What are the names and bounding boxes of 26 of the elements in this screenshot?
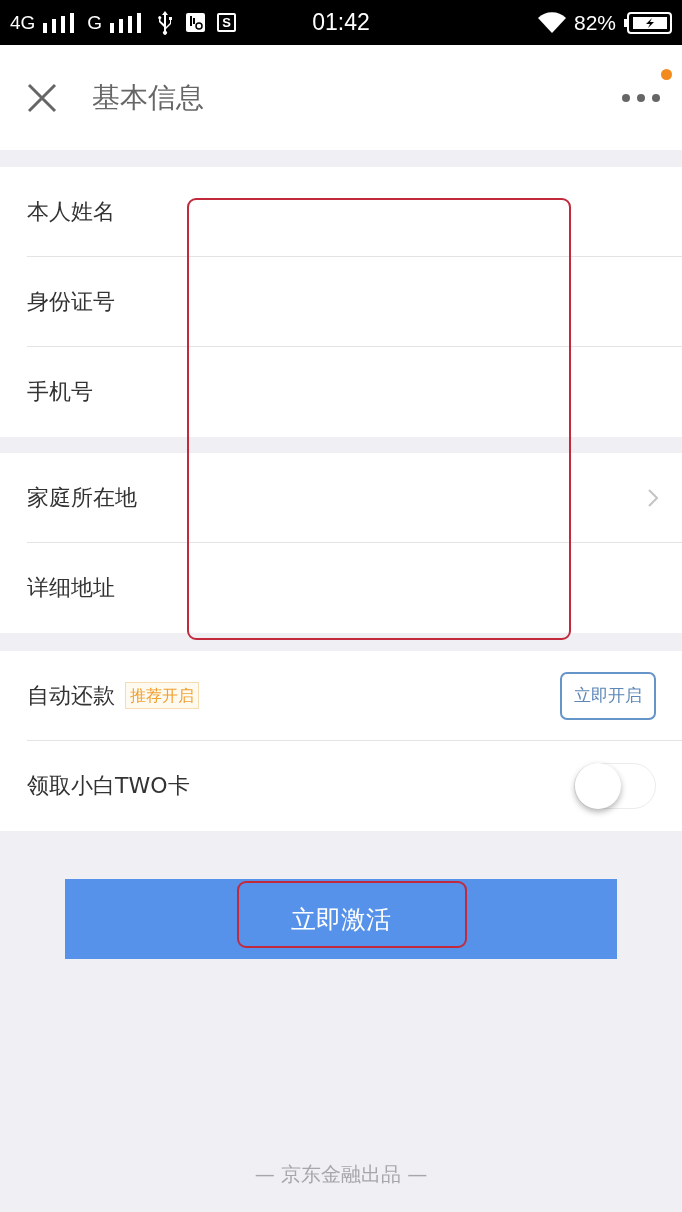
clock: 01:42 (312, 11, 370, 34)
wifi-icon (537, 12, 566, 33)
field-label: 详细地址 (27, 574, 115, 602)
option-label: 自动还款 (27, 681, 115, 710)
field-label: 手机号 (27, 378, 93, 406)
more-icon[interactable] (622, 93, 660, 102)
field-label: 身份证号 (27, 287, 115, 316)
signal-icon (43, 12, 76, 33)
battery-charging-icon (624, 11, 672, 34)
network-type: G (87, 13, 103, 32)
footer-credit: — 京东金融出品 — (254, 1161, 428, 1188)
app-notification-icon (186, 13, 206, 32)
usb-icon (158, 10, 173, 35)
signal-icon (110, 12, 143, 33)
recommend-tag: 推荐开启 (125, 681, 199, 710)
option-label: 领取小白TWO卡 (27, 772, 190, 800)
network-type: 4G (10, 13, 36, 32)
field-label: 家庭所在地 (27, 483, 137, 512)
enable-button[interactable]: 立即开启 (560, 671, 656, 720)
battery-percent: 82% (573, 12, 616, 33)
app-notification-icon: S (217, 13, 237, 32)
field-label: 本人姓名 (27, 197, 115, 226)
activate-button[interactable]: 立即激活 (65, 879, 617, 959)
page-title: 基本信息 (92, 79, 204, 116)
toggle-switch[interactable] (574, 763, 656, 809)
close-icon[interactable] (27, 82, 57, 113)
